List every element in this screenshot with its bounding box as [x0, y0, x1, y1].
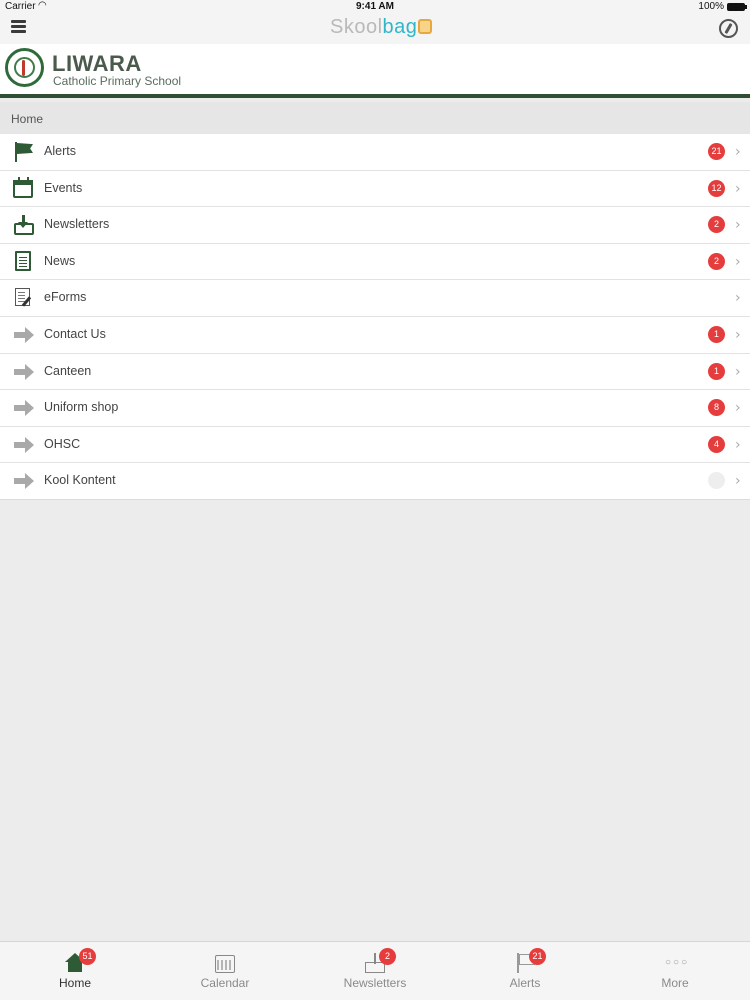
menu-list: Alerts 21 › Events 12 › Newsletters 2 › … [0, 134, 750, 500]
brand-bag: bag [382, 16, 418, 38]
menu-item-label: Newsletters [44, 217, 110, 232]
arrow-right-icon [13, 325, 35, 345]
chevron-right-icon: › [735, 326, 741, 343]
chevron-right-icon: › [735, 144, 741, 160]
tab-label: Home [58, 976, 91, 990]
menu-item-kool-kontent[interactable]: Kool Kontent › [0, 463, 750, 500]
menu-item-canteen[interactable]: Canteen 1 › [0, 354, 750, 391]
chevron-right-icon: › [735, 217, 741, 234]
battery-percent: 100% [698, 1, 724, 12]
breadcrumb: Home [0, 102, 750, 134]
tab-home[interactable]: 51 Home [0, 942, 150, 1000]
school-header: LIWARA Catholic Primary School [0, 44, 750, 98]
calendar-icon [215, 955, 235, 973]
app-brand: Skoolbag [330, 16, 433, 39]
chevron-right-icon: › [735, 400, 741, 417]
chevron-right-icon: › [735, 290, 741, 307]
tab-badge: 2 [379, 948, 396, 965]
count-badge: 8 [708, 399, 725, 417]
sync-icon[interactable] [719, 19, 738, 38]
chevron-right-icon: › [735, 436, 741, 453]
menu-item-label: Canteen [44, 363, 92, 378]
menu-item-events[interactable]: Events 12 › [0, 171, 750, 208]
chevron-right-icon: › [735, 180, 741, 197]
school-logo [5, 48, 44, 87]
tab-more[interactable]: ○○○ More [600, 942, 750, 1000]
arrow-right-icon [13, 398, 35, 418]
menu-item-label: OHSC [44, 436, 81, 451]
calendar-icon [13, 176, 33, 198]
menu-item-alerts[interactable]: Alerts 21 › [0, 134, 750, 171]
menu-item-label: Kool Kontent [44, 473, 116, 488]
menu-item-label: Contact Us [44, 326, 106, 341]
tab-calendar[interactable]: Calendar [150, 942, 300, 1000]
form-edit-icon [15, 288, 30, 307]
document-icon [15, 250, 31, 271]
tab-bar: 51 Home Calendar 2 Newsletters 21 Alerts… [0, 941, 750, 1000]
menu-item-newsletters[interactable]: Newsletters 2 › [0, 207, 750, 244]
menu-item-uniform-shop[interactable]: Uniform shop 8 › [0, 390, 750, 427]
menu-item-ohsc[interactable]: OHSC 4 › [0, 427, 750, 464]
tab-label: More [661, 976, 689, 990]
bag-logo-icon [418, 19, 433, 34]
hamburger-menu-icon[interactable] [11, 20, 26, 34]
count-badge: 1 [708, 325, 725, 343]
school-subtitle: Catholic Primary School [53, 74, 182, 88]
arrow-right-icon [13, 362, 35, 382]
empty-badge [708, 472, 725, 490]
chevron-right-icon: › [735, 363, 741, 380]
count-badge: 4 [708, 435, 725, 453]
menu-item-label: Events [44, 180, 83, 195]
chevron-right-icon: › [735, 473, 741, 490]
tab-badge: 21 [529, 948, 546, 965]
tab-alerts[interactable]: 21 Alerts [450, 942, 600, 1000]
brand-skool: Skool [330, 16, 383, 38]
arrow-right-icon [13, 471, 35, 491]
count-badge: 21 [708, 143, 725, 160]
tab-label: Newsletters [343, 976, 407, 990]
tab-label: Calendar [200, 976, 250, 990]
arrow-right-icon [13, 435, 35, 455]
count-badge: 2 [708, 252, 725, 270]
battery-icon [727, 3, 747, 11]
menu-item-label: News [44, 253, 76, 268]
menu-item-label: Alerts [44, 144, 76, 158]
flag-icon [13, 142, 35, 162]
count-badge: 1 [708, 362, 725, 380]
nav-bar: Skoolbag [0, 14, 750, 44]
tab-badge: 51 [79, 948, 96, 965]
menu-item-label: Uniform shop [44, 400, 119, 415]
menu-item-contact-us[interactable]: Contact Us 1 › [0, 317, 750, 354]
count-badge: 12 [708, 179, 725, 197]
menu-item-label: eForms [44, 290, 87, 305]
inbox-download-icon [13, 215, 35, 236]
more-dots-icon: ○○○ [665, 957, 690, 968]
menu-item-news[interactable]: News 2 › [0, 244, 750, 281]
chevron-right-icon: › [735, 253, 741, 270]
clock: 9:41 AM [356, 1, 394, 12]
tab-label: Alerts [509, 976, 541, 990]
menu-item-eforms[interactable]: eForms › [0, 280, 750, 317]
count-badge: 2 [708, 216, 725, 234]
status-bar: Carrier ◠ 9:41 AM 100% [0, 0, 750, 14]
tab-newsletters[interactable]: 2 Newsletters [300, 942, 450, 1000]
